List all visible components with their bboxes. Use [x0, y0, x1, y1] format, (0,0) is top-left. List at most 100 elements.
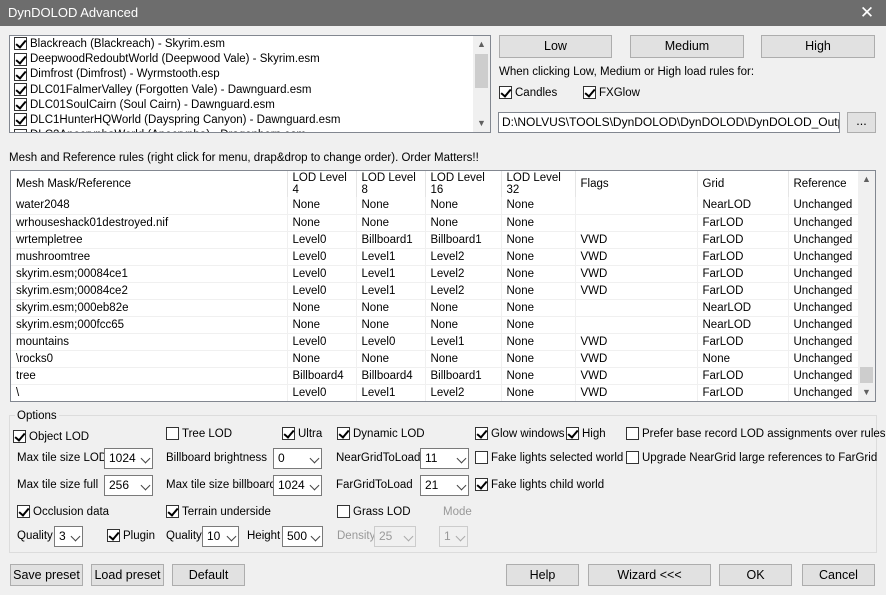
high-check-icon[interactable] [566, 427, 579, 441]
dynamic-lod-check-icon[interactable] [337, 427, 350, 441]
scroll-thumb[interactable] [475, 54, 488, 88]
world-check-icon[interactable] [14, 113, 27, 127]
object-lod-check-icon[interactable] [13, 430, 26, 444]
plugin-check-icon[interactable] [107, 529, 120, 543]
rules-column-header[interactable]: Mesh Mask/Reference [11, 171, 288, 197]
world-check-icon[interactable] [14, 37, 27, 51]
close-icon[interactable]: ✕ [848, 0, 886, 26]
browse-button[interactable]: ... [847, 112, 876, 133]
far-grid-select[interactable]: 21 [420, 475, 469, 496]
prefer-base-check-icon[interactable] [626, 427, 639, 441]
fxglow-checkbox[interactable]: FXGlow [583, 85, 640, 101]
tree-lod-checkbox[interactable]: Tree LOD [166, 426, 232, 442]
world-list-item[interactable]: DLC2ApocryphaWorld (Apocrypha) - Dragonb… [12, 128, 473, 132]
billboard-brightness-select[interactable]: 0 [273, 448, 322, 469]
fxglow-check-icon[interactable] [583, 86, 596, 100]
object-lod-checkbox[interactable]: Object LOD [13, 429, 89, 445]
terrain-underside-checkbox[interactable]: Terrain underside [166, 504, 271, 520]
max-tile-billboard-select[interactable]: 1024 [273, 475, 322, 496]
table-row[interactable]: wrhouseshack01destroyed.nif None None None N… [11, 214, 861, 232]
low-preset-button[interactable]: Low [499, 35, 612, 58]
save-preset-button[interactable]: Save preset [10, 564, 83, 586]
tree-lod-check-icon[interactable] [166, 427, 179, 441]
scroll-up-icon[interactable]: ▲ [473, 36, 490, 53]
occlusion-data-check-icon[interactable] [17, 505, 30, 519]
table-row[interactable]: skyrim.esm;000fcc65 None None None None NearL… [11, 316, 861, 334]
output-path-field[interactable]: D:\NOLVUS\TOOLS\DynDOLOD\DynDOLOD\DynDOL… [498, 112, 840, 133]
rules-column-header[interactable]: LOD Level 32 [501, 171, 576, 197]
prefer-base-checkbox[interactable]: Prefer base record LOD assignments over … [626, 426, 886, 442]
fake-lights-child-checkbox[interactable]: Fake lights child world [475, 477, 604, 493]
glow-windows-checkbox[interactable]: Glow windows [475, 426, 565, 442]
world-check-icon[interactable] [14, 83, 27, 97]
glow-windows-check-icon[interactable] [475, 427, 488, 441]
world-list-item[interactable]: DLC01SoulCairn (Soul Cairn) - Dawnguard.… [12, 98, 473, 113]
world-check-icon[interactable] [14, 128, 27, 132]
terrain-underside-check-icon[interactable] [166, 505, 179, 519]
terrain-quality-select[interactable]: 10 [202, 526, 239, 547]
world-list-item[interactable]: Blackreach (Blackreach) - Skyrim.esm [12, 37, 473, 52]
candles-checkbox[interactable]: Candles [499, 85, 557, 101]
world-list-item[interactable]: DLC01FalmerValley (Forgotten Vale) - Daw… [12, 83, 473, 98]
table-row[interactable]: skyrim.esm;00084ce1 Level0 Level1 Level2 Non… [11, 265, 861, 283]
fake-lights-child-check-icon[interactable] [475, 478, 488, 492]
table-row[interactable]: mountains Level0 Level0 Level1 None VWD FarLOD… [11, 333, 861, 351]
mode-select[interactable]: 1 [439, 526, 468, 547]
grass-lod-checkbox[interactable]: Grass LOD [337, 504, 411, 520]
table-row[interactable]: \rocks0 None None None None VWD None Unchanged [11, 350, 861, 368]
ultra-check-icon[interactable] [282, 427, 295, 441]
max-tile-lod-select[interactable]: 1024 [104, 448, 153, 469]
table-row[interactable]: tree Billboard4 Billboard4 Billboard1 None VW… [11, 367, 861, 385]
candles-check-icon[interactable] [499, 86, 512, 100]
worldspace-list-scrollbar[interactable]: ▲ ▼ [473, 36, 490, 132]
table-row[interactable]: water2048 None None None None NearLOD Unchange… [11, 197, 861, 215]
rules-column-header[interactable]: Flags [575, 171, 698, 197]
rules-table[interactable]: Mesh Mask/Reference LOD Level 4 LOD Level … [10, 170, 876, 402]
grass-lod-check-icon[interactable] [337, 505, 350, 519]
dynamic-lod-checkbox[interactable]: Dynamic LOD [337, 426, 425, 442]
height-select[interactable]: 500 [282, 526, 323, 547]
ok-button[interactable]: OK [719, 564, 792, 586]
occlusion-data-checkbox[interactable]: Occlusion data [17, 504, 109, 520]
help-button[interactable]: Help [506, 564, 579, 586]
rules-column-header[interactable]: LOD Level 16 [425, 171, 502, 197]
scroll-down-icon[interactable]: ▼ [473, 115, 490, 132]
worldspace-list[interactable]: Blackreach (Blackreach) - Skyrim.esm Deep… [9, 35, 491, 133]
load-preset-button[interactable]: Load preset [91, 564, 164, 586]
table-row[interactable]: mushroomtree Level0 Level1 Level2 None VWD Far… [11, 248, 861, 266]
ultra-checkbox[interactable]: Ultra [282, 426, 322, 442]
high-checkbox[interactable]: High [566, 426, 606, 442]
occlusion-quality-select[interactable]: 3 [54, 526, 83, 547]
table-row[interactable]: wrtempletree Level0 Billboard1 Billboard1 No… [11, 231, 861, 249]
wizard-button[interactable]: Wizard <<< [588, 564, 711, 586]
default-button[interactable]: Default [172, 564, 245, 586]
rules-scroll-thumb[interactable] [860, 367, 873, 383]
cancel-button[interactable]: Cancel [802, 564, 875, 586]
max-tile-full-select[interactable]: 256 [104, 475, 153, 496]
world-list-item[interactable]: Dimfrost (Dimfrost) - Wyrmstooth.esp [12, 67, 473, 82]
title-bar[interactable]: DynDOLOD Advanced ✕ [0, 0, 886, 26]
rules-table-scrollbar[interactable]: ▲ ▼ [858, 171, 875, 401]
world-check-icon[interactable] [14, 52, 27, 66]
rules-scroll-up-icon[interactable]: ▲ [858, 171, 875, 188]
upgrade-neargrid-checkbox[interactable]: Upgrade NearGrid large references to Far… [626, 450, 877, 466]
rules-column-header[interactable]: Grid [697, 171, 789, 197]
table-row[interactable]: skyrim.esm;000eb82e None None None None NearL… [11, 299, 861, 317]
rules-column-header[interactable]: LOD Level 4 [287, 171, 357, 197]
upgrade-neargrid-check-icon[interactable] [626, 451, 639, 465]
plugin-checkbox[interactable]: Plugin [107, 528, 155, 544]
table-row[interactable]: skyrim.esm;00084ce2 Level0 Level1 Level2 Non… [11, 282, 861, 300]
near-grid-select[interactable]: 11 [420, 448, 469, 469]
world-list-item[interactable]: DeepwoodRedoubtWorld (Deepwood Vale) - S… [12, 52, 473, 67]
medium-preset-button[interactable]: Medium [630, 35, 744, 58]
rules-column-header[interactable]: Reference [788, 171, 861, 197]
density-select[interactable]: 25 [374, 526, 416, 547]
world-check-icon[interactable] [14, 98, 27, 112]
world-check-icon[interactable] [14, 67, 27, 81]
fake-lights-selected-check-icon[interactable] [475, 451, 488, 465]
table-row[interactable]: \ Level0 Level1 Level2 None VWD FarLOD Unchange… [11, 384, 861, 401]
fake-lights-selected-checkbox[interactable]: Fake lights selected world [475, 450, 623, 466]
world-list-item[interactable]: DLC1HunterHQWorld (Dayspring Canyon) - D… [12, 113, 473, 128]
rules-scroll-down-icon[interactable]: ▼ [858, 384, 875, 401]
rules-column-header[interactable]: LOD Level 8 [356, 171, 426, 197]
